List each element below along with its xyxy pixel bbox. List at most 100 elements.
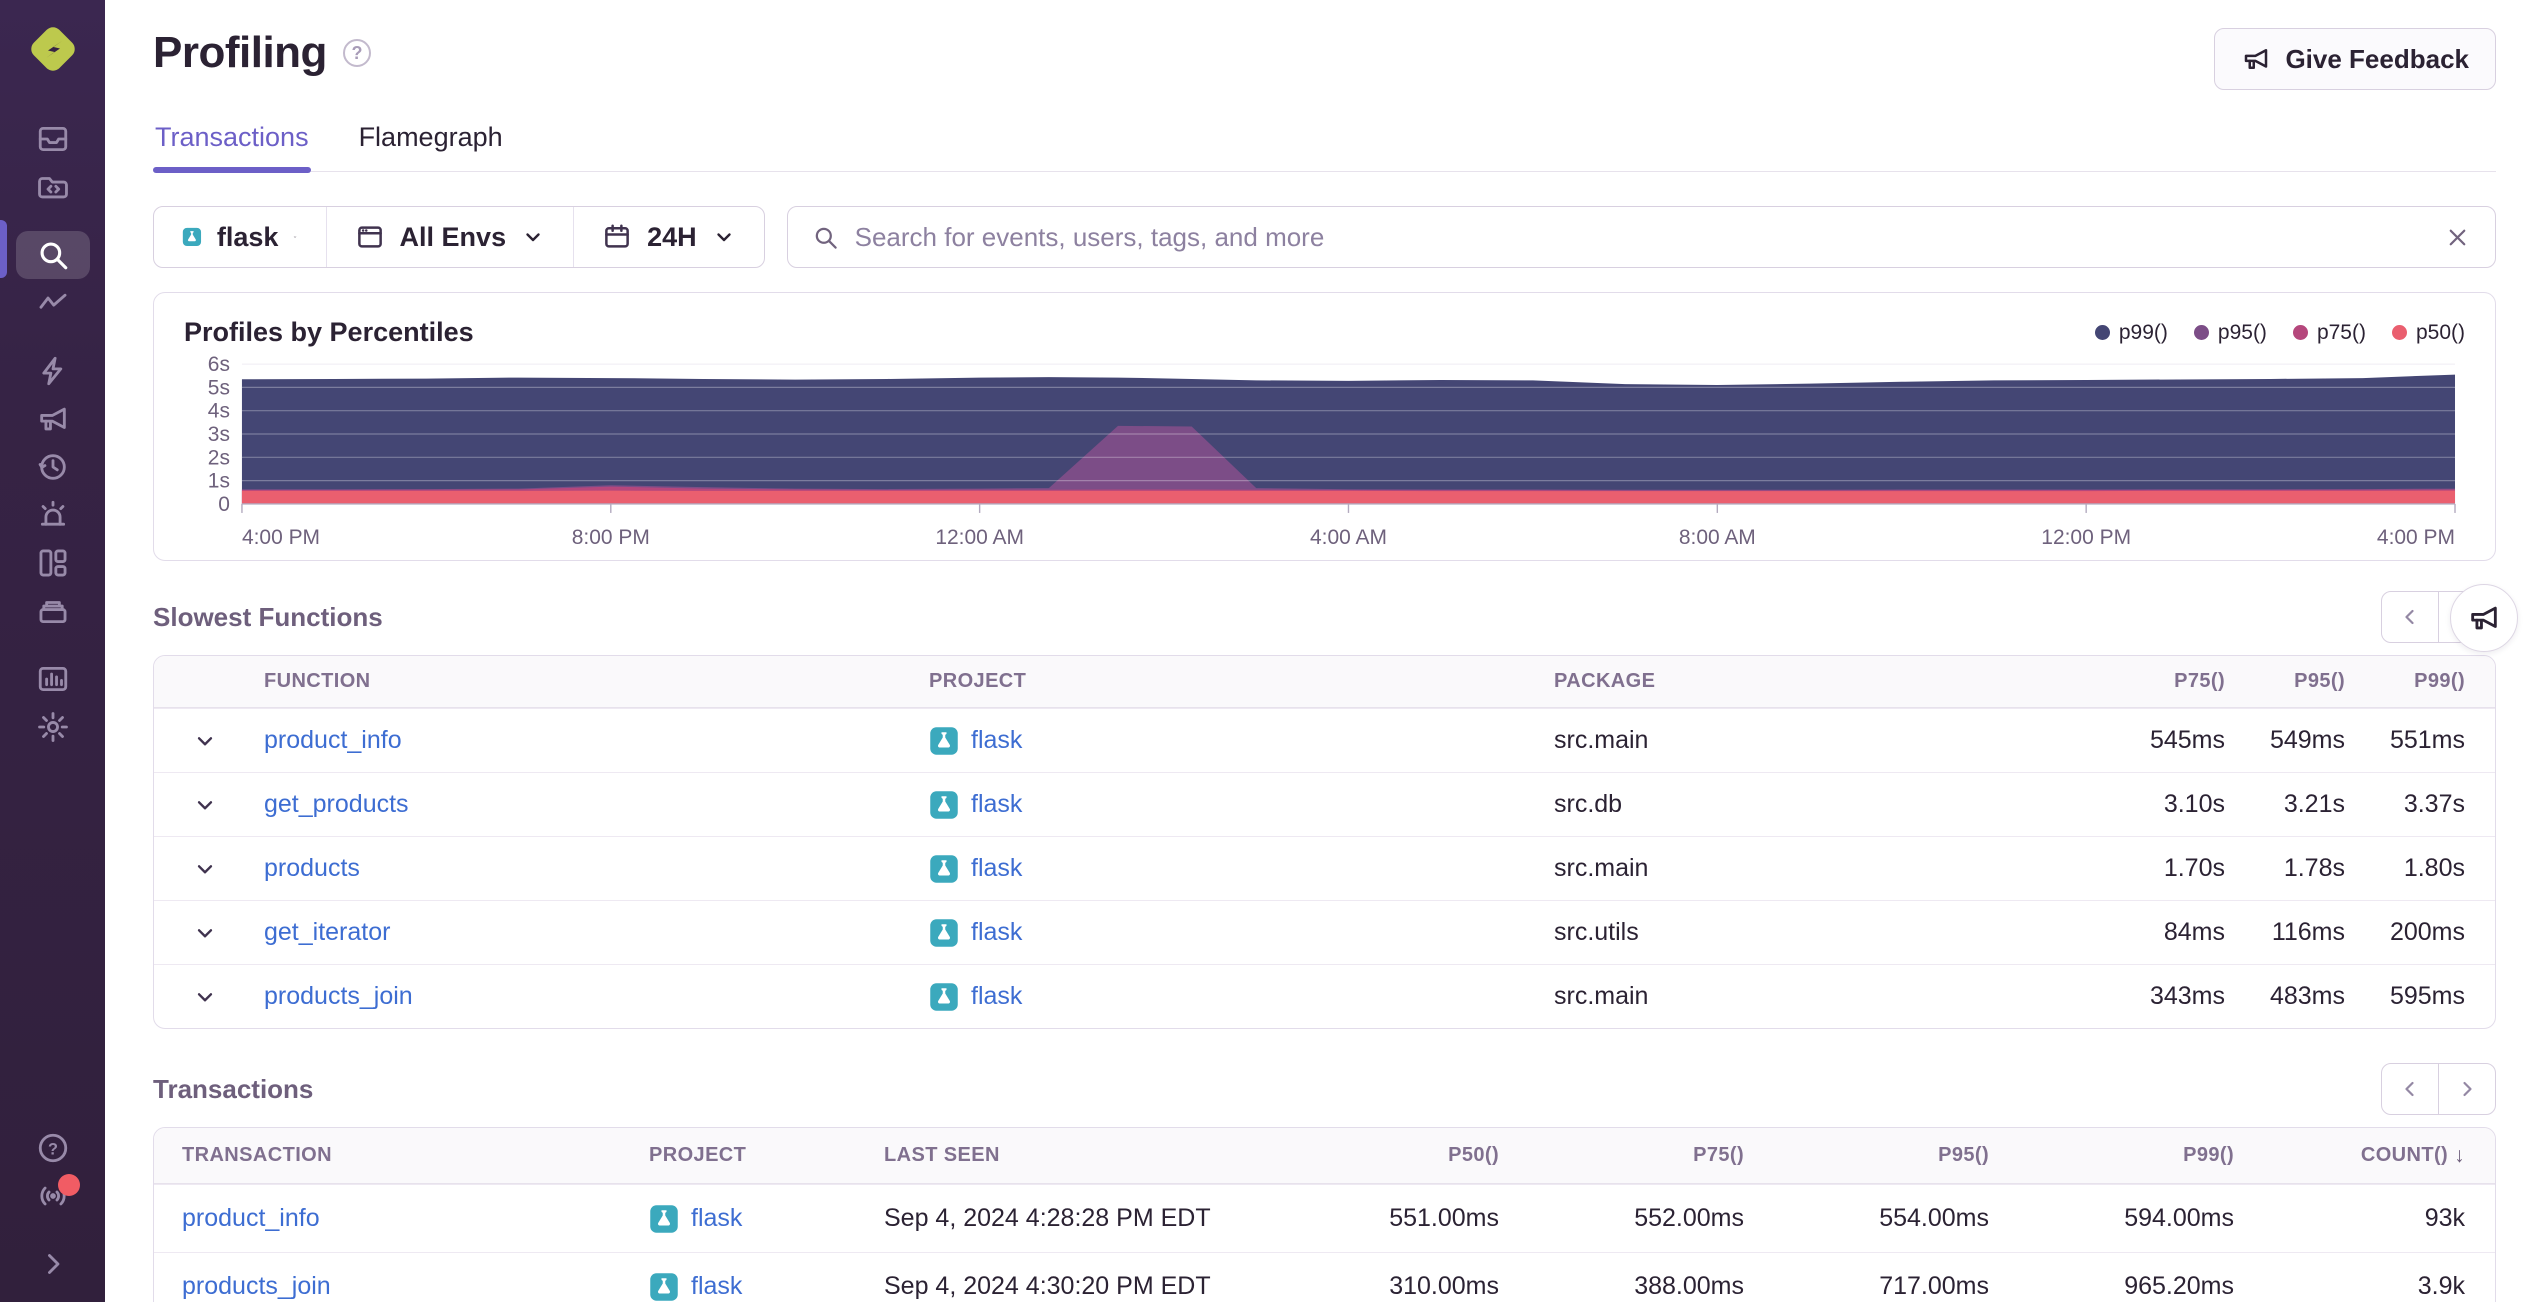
give-feedback-button[interactable]: Give Feedback [2214,28,2496,90]
metric-cell: 84ms [2163,918,2225,946]
sidebar-item-releases[interactable] [16,587,90,635]
header-spacer [154,656,264,707]
trendline-icon [39,293,66,309]
sidebar-item-settings[interactable] [16,703,90,751]
sentry-logo[interactable] [22,18,84,85]
svg-text:3s: 3s [208,423,230,446]
main-content: Profiling ? Give Feedback Transactions F… [105,0,2544,1302]
package-cell: src.main [1554,726,1649,754]
siren-icon [40,500,65,526]
prev-page-button[interactable] [2381,591,2439,643]
legend-item[interactable]: p50() [2391,321,2465,345]
sidebar-item-dashboards[interactable] [16,539,90,587]
expand-row-button[interactable] [192,856,218,882]
expand-row-button[interactable] [192,792,218,818]
project-link[interactable]: flask [971,854,1022,883]
next-page-button[interactable] [2438,1063,2496,1115]
sidebar-item-alerts[interactable] [16,491,90,539]
metric-cell: 551.00ms [1389,1204,1499,1232]
lightning-icon [41,356,62,386]
project-filter[interactable]: flask [154,207,326,267]
table-row: products_join flask Sep 4, 2024 4:30:20 PM… [154,1252,2495,1302]
clear-search-button[interactable] [2444,224,2471,251]
sidebar-item-feedback[interactable] [16,395,90,443]
table-header-row: FUNCTION PROJECT PACKAGE P75() P95() P99() [154,656,2495,708]
svg-text:12:00 AM: 12:00 AM [935,526,1024,549]
sidebar-item-replays[interactable] [16,443,90,491]
sidebar-item-stats[interactable] [16,655,90,703]
legend-item[interactable]: p99() [2094,320,2168,345]
legend-item[interactable]: p95() [2193,321,2267,345]
column-header: PROJECT [929,670,1027,692]
function-link[interactable]: get_iterator [264,918,390,947]
sidebar-expand-button[interactable] [16,1240,90,1288]
column-header: P75() [2174,670,2225,692]
metric-cell: 965.20ms [2124,1272,2234,1300]
package-cell: src.utils [1554,918,1639,946]
transactions-table: TRANSACTION PROJECT LAST SEEN P50() P75() P95… [153,1127,2496,1302]
expand-cell [154,773,264,836]
function-link[interactable]: product_info [264,726,402,755]
calendar-icon [605,224,629,248]
chevron-down-icon [197,928,213,937]
project-link[interactable]: flask [691,1272,742,1301]
expand-row-button[interactable] [192,728,218,754]
flask-project-icon [650,1204,678,1233]
svg-text:4s: 4s [208,400,230,423]
metric-cell: 551ms [2389,726,2465,754]
expand-row-button[interactable] [192,984,218,1010]
metric-cell: 554.00ms [1879,1204,1989,1232]
flask-project-icon [930,726,958,755]
project-link[interactable]: flask [691,1204,742,1233]
tab-flamegraph[interactable]: Flamegraph [357,114,505,171]
flask-project-icon [930,918,958,947]
transaction-link[interactable]: products_join [182,1272,331,1301]
chart-title: Profiles by Percentiles [184,317,474,347]
tab-bar: Transactions Flamegraph [153,114,2496,173]
project-cell: flask [929,837,1554,900]
function-link[interactable]: get_products [264,790,409,819]
legend-label: p99() [2118,320,2168,344]
column-header: TRANSACTION [182,1144,332,1166]
notification-dot [57,1174,80,1196]
search-input[interactable] [854,221,2428,253]
date-range-filter[interactable]: 24H [573,207,764,267]
function-link[interactable]: products [264,854,360,883]
function-link[interactable]: products_join [264,982,413,1011]
legend-dot [2292,325,2308,340]
sidebar-item-whats-new[interactable] [16,1172,90,1220]
metric-cell: 3.37s [2403,790,2465,818]
environment-filter[interactable]: All Envs [325,207,574,267]
function-cell: get_iterator [264,901,929,964]
project-link[interactable]: flask [971,918,1022,947]
chevron-down-icon [197,736,213,745]
legend-item[interactable]: p75() [2292,320,2366,345]
sidebar-item-projects[interactable] [16,163,90,211]
floating-feedback-button[interactable] [2450,584,2518,652]
sidebar-item-help[interactable]: ? [16,1124,90,1172]
transaction-cell: products_join [154,1253,649,1302]
metric-cell: 388.00ms [1634,1272,1744,1300]
tab-transactions[interactable]: Transactions [153,114,311,173]
prev-page-button[interactable] [2381,1063,2439,1115]
metric-cell: 594.00ms [2124,1204,2234,1232]
transaction-link[interactable]: product_info [182,1204,320,1233]
table-row: products flask src.main 1.70s 1.78s 1.80s [154,836,2495,900]
svg-text:8:00 PM: 8:00 PM [572,526,650,549]
legend-label: p75() [2316,320,2366,344]
project-link[interactable]: flask [971,726,1022,755]
project-link[interactable]: flask [971,790,1022,819]
project-cell: flask [929,773,1554,836]
close-icon [2449,229,2466,245]
column-header[interactable]: COUNT() ↓ [2234,1128,2465,1183]
expand-row-button[interactable] [192,920,218,946]
legend-dot [2193,325,2209,340]
project-link[interactable]: flask [971,982,1022,1011]
sidebar-item-performance[interactable] [16,279,90,327]
sidebar-item-quickstart[interactable] [16,347,90,395]
page-help-icon[interactable]: ? [342,39,371,67]
sidebar-item-issues[interactable] [16,115,90,163]
chart-legend: p99() p95() p75() p50() [2094,320,2465,345]
sidebar-item-explore[interactable] [15,231,90,279]
metric-cell: 343ms [2149,982,2225,1010]
